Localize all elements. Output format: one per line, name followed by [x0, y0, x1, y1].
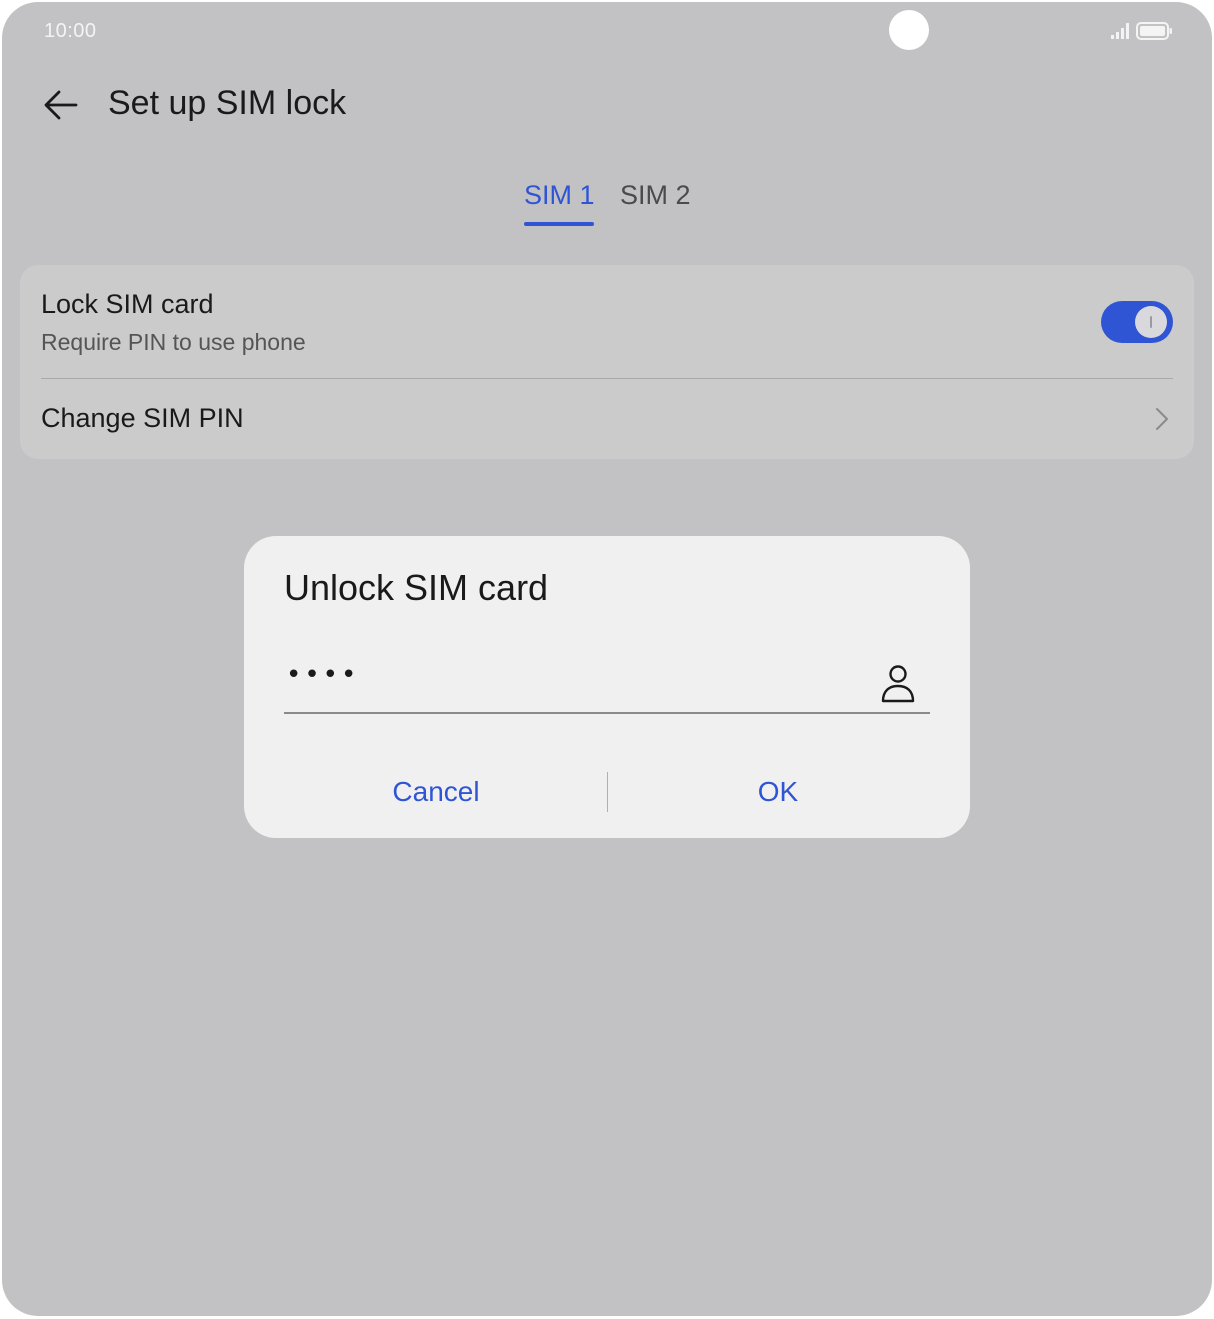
status-bar: 10:00: [2, 2, 1212, 62]
page-title: Set up SIM lock: [108, 84, 347, 122]
input-underline: [284, 712, 930, 714]
arrow-left-icon[interactable]: [40, 84, 82, 126]
tab-sim-1[interactable]: SIM 1: [524, 180, 595, 211]
lock-sim-subtitle: Require PIN to use phone: [41, 329, 306, 355]
person-icon[interactable]: [880, 664, 916, 704]
device-screen: 10:00 Set up SIM lock SIM 1 SIM 2 Lock S…: [2, 2, 1212, 1316]
front-camera-cutout: [889, 10, 929, 50]
status-time: 10:00: [44, 20, 97, 42]
toggle-knob-mark: [1150, 316, 1152, 328]
change-sim-pin-title: Change SIM PIN: [41, 403, 244, 433]
battery-icon: [1136, 22, 1172, 40]
sim-tabs: SIM 1 SIM 2: [2, 180, 1212, 236]
unlock-sim-dialog: Unlock SIM card Cancel OK: [244, 536, 970, 838]
tab-selected-indicator: [524, 222, 594, 226]
app-bar: Set up SIM lock: [2, 72, 1212, 138]
lock-sim-title: Lock SIM card: [41, 289, 214, 319]
dialog-title: Unlock SIM card: [284, 567, 549, 608]
pin-input[interactable]: [284, 650, 868, 700]
toggle-knob: [1135, 306, 1167, 338]
lock-sim-row[interactable]: Lock SIM card Require PIN to use phone: [20, 265, 1194, 377]
lock-sim-toggle[interactable]: [1101, 301, 1173, 343]
sim-settings-card: Lock SIM card Require PIN to use phone C…: [20, 265, 1194, 459]
signal-icon: [1111, 23, 1129, 39]
chevron-right-icon: [1156, 408, 1168, 430]
cancel-button[interactable]: Cancel: [266, 762, 606, 822]
change-sim-pin-row[interactable]: Change SIM PIN: [20, 379, 1194, 459]
tab-sim-2[interactable]: SIM 2: [620, 180, 691, 211]
ok-button[interactable]: OK: [608, 762, 948, 822]
